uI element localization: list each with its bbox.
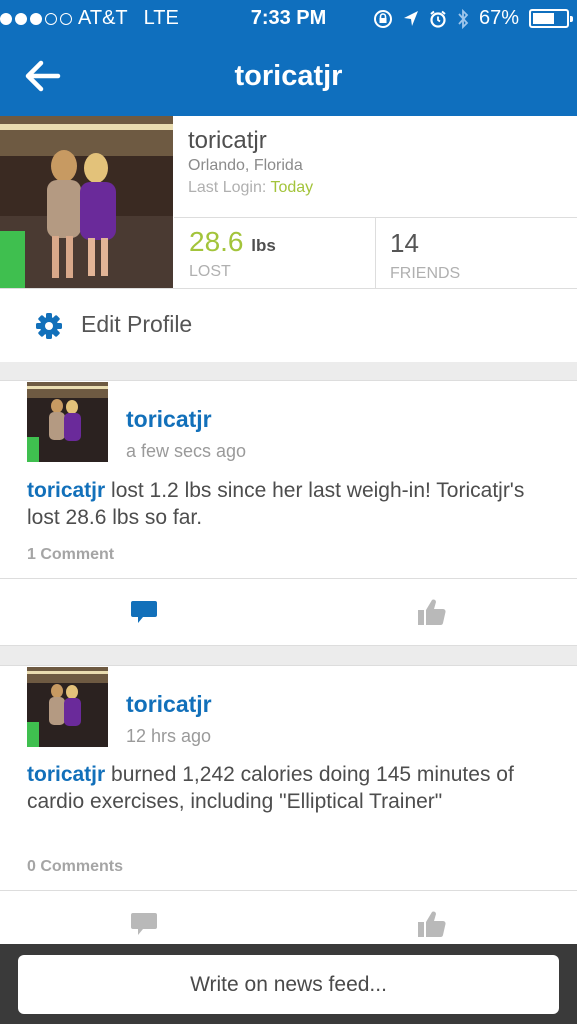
feed-actions bbox=[0, 578, 577, 646]
last-login-value: Today bbox=[270, 179, 314, 196]
feed-avatar[interactable] bbox=[27, 382, 108, 462]
gear-icon bbox=[36, 313, 62, 339]
location-icon bbox=[403, 10, 418, 26]
feed-timestamp: 12 hrs ago bbox=[126, 726, 212, 746]
lost-value: 28.6 bbox=[189, 226, 244, 257]
last-login: Last Login: Today bbox=[188, 179, 313, 197]
lost-value-row: 28.6 lbs bbox=[189, 226, 276, 258]
edit-profile-button[interactable]: Edit Profile bbox=[0, 288, 577, 362]
comment-count[interactable]: 1 Comment bbox=[27, 546, 114, 564]
feed-timestamp: a few secs ago bbox=[126, 441, 247, 461]
friends-value: 14 bbox=[390, 228, 419, 258]
feed-username[interactable]: toricatjr bbox=[126, 406, 212, 433]
comment-icon[interactable] bbox=[130, 599, 158, 625]
thumbs-up-icon[interactable] bbox=[417, 909, 447, 939]
lost-label: LOST bbox=[189, 263, 231, 280]
comment-count[interactable]: 0 Comments bbox=[27, 858, 123, 876]
profile-username: toricatjr bbox=[188, 127, 267, 154]
status-bar: AT&T LTE 7:33 PM 67% bbox=[0, 0, 577, 38]
alarm-icon bbox=[430, 10, 446, 28]
stat-friends[interactable]: 14 FRIENDS bbox=[376, 217, 577, 288]
write-news-feed-input[interactable]: Write on news feed... bbox=[18, 955, 559, 1014]
profile-location: Orlando, Florida bbox=[188, 157, 303, 174]
stat-lost[interactable]: 28.6 lbs LOST bbox=[174, 217, 376, 288]
feed-text-user[interactable]: toricatjr bbox=[27, 479, 105, 502]
feed-avatar[interactable] bbox=[27, 667, 108, 747]
feed-text-user[interactable]: toricatjr bbox=[27, 763, 105, 786]
battery-icon bbox=[529, 9, 573, 28]
profile-photo[interactable] bbox=[0, 116, 173, 288]
nav-bar: toricatjr bbox=[0, 38, 577, 116]
edit-profile-label: Edit Profile bbox=[81, 311, 193, 337]
lost-unit: lbs bbox=[251, 236, 276, 255]
battery-percent: 67% bbox=[478, 7, 519, 29]
page-title: toricatjr bbox=[234, 60, 343, 92]
feed-username[interactable]: toricatjr bbox=[126, 691, 212, 718]
feed-text: toricatjr burned 1,242 calories doing 14… bbox=[27, 761, 537, 815]
write-bar: Write on news feed... bbox=[0, 944, 577, 1024]
status-right: 67% bbox=[373, 7, 573, 30]
feed-item: toricatjr 12 hrs ago toricatjr burned 1,… bbox=[0, 665, 577, 944]
feed-item: toricatjr a few secs ago toricatjr lost … bbox=[0, 380, 577, 646]
comment-icon[interactable] bbox=[130, 911, 158, 937]
feed-text: toricatjr lost 1.2 lbs since her last we… bbox=[27, 477, 557, 531]
last-login-label: Last Login: bbox=[188, 179, 271, 196]
rotation-lock-icon bbox=[373, 9, 392, 28]
profile-header: toricatjr Orlando, Florida Last Login: T… bbox=[0, 116, 577, 362]
top-bar: AT&T LTE 7:33 PM 67% toricatjr bbox=[0, 0, 577, 116]
thumbs-up-icon[interactable] bbox=[417, 597, 447, 627]
friends-label: FRIENDS bbox=[390, 265, 461, 282]
bluetooth-icon bbox=[458, 8, 469, 29]
